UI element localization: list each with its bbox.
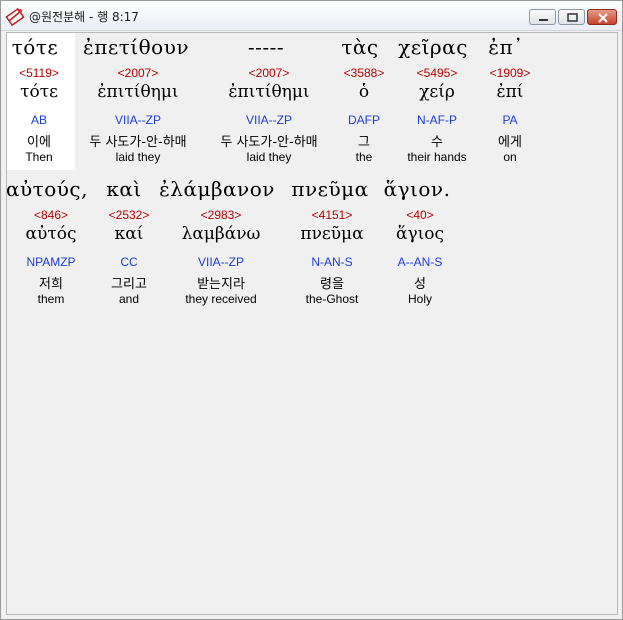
greek-text[interactable]: ἐπ᾽ bbox=[488, 35, 523, 59]
morph-code: VIIA--ZP bbox=[245, 113, 293, 127]
english-gloss: laid they bbox=[246, 150, 292, 164]
english-gloss: laid they bbox=[115, 150, 161, 164]
korean-gloss: 두 사도가-안-하매 bbox=[220, 135, 318, 150]
greek-text[interactable]: ἐλάμβανον bbox=[159, 177, 275, 201]
korean-gloss: 수 bbox=[431, 135, 443, 150]
greek-text[interactable]: ----- bbox=[248, 35, 284, 59]
lemma: λαμβάνω bbox=[181, 224, 261, 244]
morph-code: NPAMZP bbox=[26, 255, 76, 269]
greek-text[interactable]: ἅγιον. bbox=[384, 177, 451, 201]
maximize-button[interactable] bbox=[558, 9, 585, 25]
lemma: πνεῦμα bbox=[300, 224, 364, 244]
strong-number: <1909> bbox=[489, 66, 531, 80]
lemma: καί bbox=[114, 224, 144, 244]
title-bar[interactable]: @원전분해 - 행 8:17 bbox=[1, 1, 622, 31]
book-icon bbox=[5, 6, 25, 27]
english-gloss: and bbox=[118, 292, 140, 306]
strong-number: <5119> bbox=[19, 66, 59, 80]
english-gloss: their hands bbox=[407, 150, 467, 164]
greek-text[interactable]: τότε bbox=[12, 35, 59, 59]
morph-code: DAFP bbox=[347, 113, 381, 127]
korean-gloss: 두 사도가-안-하매 bbox=[89, 135, 187, 150]
morph-code: AB bbox=[30, 113, 48, 127]
strong-number: <2007> bbox=[117, 66, 159, 80]
close-button[interactable] bbox=[587, 9, 617, 25]
strong-number: <5495> bbox=[416, 66, 458, 80]
strong-number: <40> bbox=[406, 208, 434, 222]
english-gloss: on bbox=[503, 150, 517, 164]
korean-gloss: 이에 bbox=[27, 135, 51, 150]
lemma: τότε bbox=[20, 82, 58, 102]
english-gloss: Then bbox=[25, 150, 53, 164]
strong-number: <3588> bbox=[343, 66, 385, 80]
lemma: αὐτός bbox=[25, 224, 77, 244]
greek-text[interactable]: καὶ bbox=[106, 177, 141, 201]
morph-code: N-AF-P bbox=[417, 113, 457, 127]
korean-gloss: 성 bbox=[414, 277, 426, 292]
korean-gloss: 그 bbox=[358, 135, 370, 150]
greek-text[interactable]: πνεῦμα bbox=[291, 177, 368, 201]
english-gloss: the-Ghost bbox=[305, 292, 359, 306]
strong-number: <2983> bbox=[200, 208, 242, 222]
morph-code: CC bbox=[120, 255, 138, 269]
english-gloss: the bbox=[355, 150, 373, 164]
lemma: ὁ bbox=[358, 82, 370, 102]
lemma: ἅγιος bbox=[395, 224, 445, 244]
lemma: ἐπί bbox=[496, 82, 524, 102]
morph-code: A--AN-S bbox=[397, 255, 443, 269]
minimize-icon bbox=[539, 19, 548, 21]
minimize-button[interactable] bbox=[529, 9, 556, 25]
korean-gloss: 저희 bbox=[39, 277, 63, 292]
korean-gloss: 에게 bbox=[498, 135, 522, 150]
greek-text[interactable]: τὰς bbox=[341, 35, 378, 59]
greek-text[interactable]: ἐπετίθουν bbox=[83, 35, 189, 59]
close-icon bbox=[598, 13, 608, 23]
lemma: χείρ bbox=[419, 82, 455, 102]
strong-number: <4151> bbox=[311, 208, 353, 222]
strong-number: <2007> bbox=[248, 66, 290, 80]
morph-code: VIIA--ZP bbox=[197, 255, 245, 269]
korean-gloss: 그리고 bbox=[111, 277, 147, 292]
english-gloss: they received bbox=[185, 292, 257, 306]
morph-code: N-AN-S bbox=[311, 255, 353, 269]
korean-gloss: 받는지라 bbox=[197, 277, 245, 292]
greek-text[interactable]: αὐτούς, bbox=[6, 177, 88, 201]
strong-number: <846> bbox=[33, 208, 69, 222]
lemma: ἐπιτίθημι bbox=[97, 82, 179, 102]
korean-gloss: 령을 bbox=[320, 277, 344, 292]
english-gloss: them bbox=[37, 292, 65, 306]
maximize-icon bbox=[567, 13, 578, 22]
interlinear-panel[interactable]: τότε ἐπετίθουν ----- τὰς χεῖρας ἐπ᾽ <511… bbox=[6, 32, 618, 615]
greek-text[interactable]: χεῖρας bbox=[398, 35, 468, 59]
strong-number: <2532> bbox=[108, 208, 150, 222]
morph-code: VIIA--ZP bbox=[114, 113, 162, 127]
morph-code: PA bbox=[502, 113, 518, 127]
lemma: ἐπιτίθημι bbox=[228, 82, 310, 102]
window-title: @원전분해 - 행 8:17 bbox=[29, 10, 139, 24]
english-gloss: Holy bbox=[407, 292, 433, 306]
interlinear-window: @원전분해 - 행 8:17 τότε ἐπετίθουν ----- τὰς … bbox=[0, 0, 623, 620]
